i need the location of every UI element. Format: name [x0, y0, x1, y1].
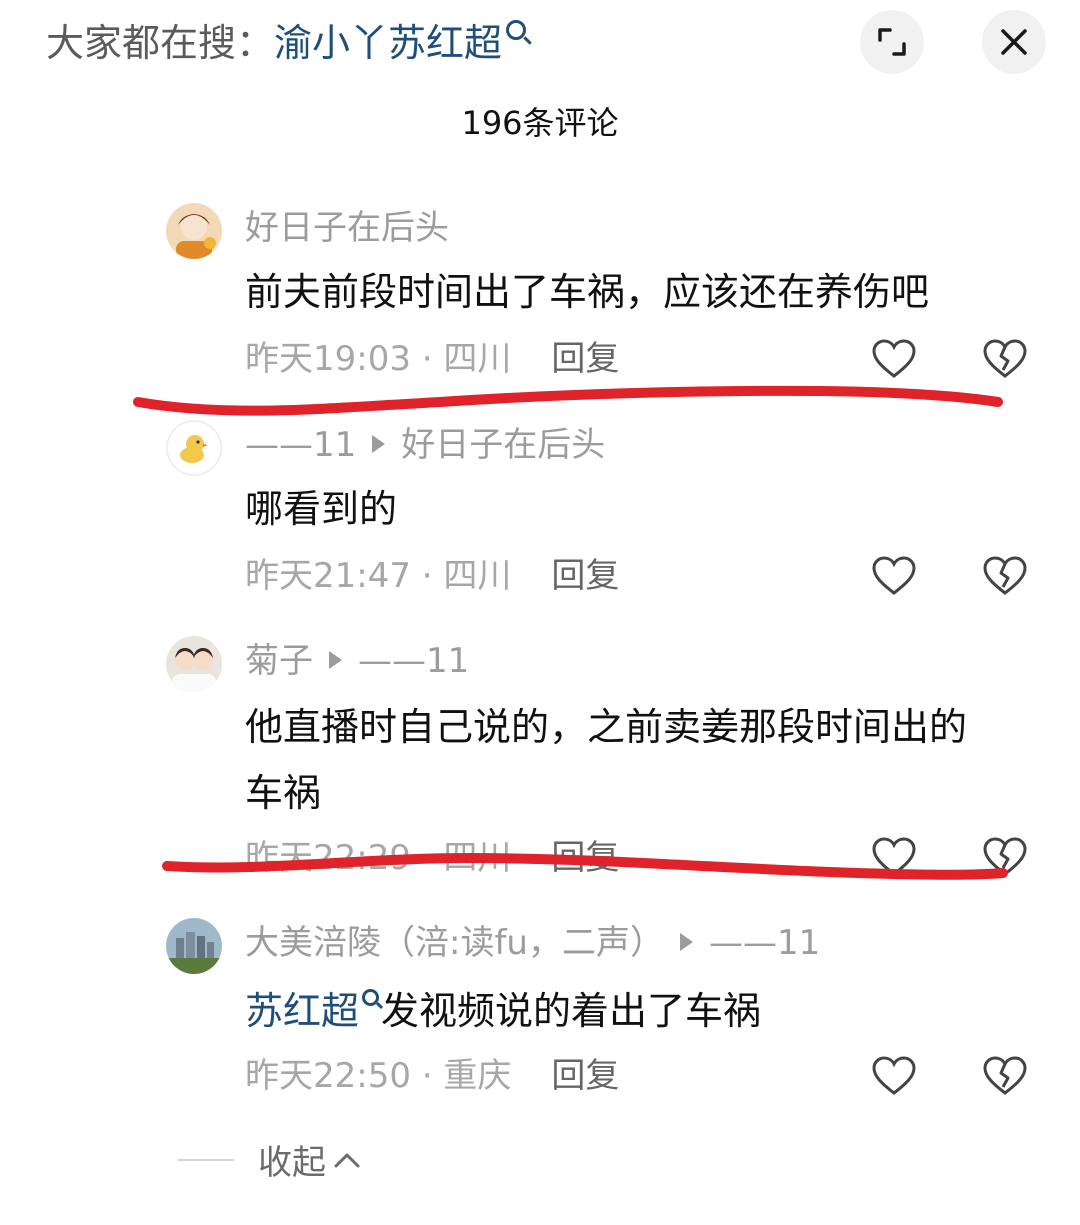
- search-suggestion[interactable]: 大家都在搜：渝小丫苏红超: [46, 18, 527, 68]
- comment-author[interactable]: 菊子 ——11: [245, 639, 469, 683]
- avatar[interactable]: [166, 420, 222, 476]
- like-icon[interactable]: [871, 338, 917, 380]
- comment-meta: 昨天19:03 · 四川 回复: [245, 339, 620, 379]
- close-icon: [1001, 29, 1027, 55]
- reply-button[interactable]: 回复: [551, 838, 619, 878]
- comment-text-line: 车祸: [245, 771, 322, 815]
- reply-button[interactable]: 回复: [551, 556, 619, 596]
- keyword-link[interactable]: 苏红超: [245, 989, 359, 1033]
- avatar[interactable]: [166, 636, 222, 692]
- comment-author[interactable]: 好日子在后头: [245, 206, 449, 250]
- dislike-icon[interactable]: [982, 338, 1028, 380]
- reply-button[interactable]: 回复: [551, 339, 619, 379]
- avatar[interactable]: [166, 203, 222, 259]
- comment-author[interactable]: 大美涪陵（涪:读fu，二声） ——11: [245, 921, 820, 965]
- comment-meta: 昨天22:50 · 重庆 回复: [245, 1056, 620, 1096]
- collapse-replies[interactable]: 收起: [178, 1135, 362, 1184]
- comment-text: 哪看到的: [245, 487, 398, 531]
- dislike-icon[interactable]: [982, 836, 1028, 878]
- reply-arrow-icon: [679, 933, 693, 951]
- dislike-icon[interactable]: [982, 555, 1028, 597]
- comment-meta: 昨天22:29 · 四川 回复: [245, 838, 620, 878]
- comment-count: 196条评论: [461, 104, 619, 142]
- like-icon[interactable]: [871, 836, 917, 878]
- comment-author[interactable]: ——11 好日子在后头: [245, 423, 605, 467]
- expand-icon: [878, 28, 906, 56]
- divider: [178, 1158, 234, 1161]
- comment-text-line: 他直播时自己说的，之前卖姜那段时间出的: [245, 705, 968, 749]
- search-prefix: 大家都在搜：: [46, 21, 275, 65]
- avatar[interactable]: [166, 918, 222, 974]
- like-icon[interactable]: [871, 1055, 917, 1097]
- reply-arrow-icon: [329, 651, 342, 669]
- comment-text: 前夫前段时间出了车祸，应该还在养伤吧: [245, 270, 930, 314]
- reply-arrow-icon: [372, 435, 386, 453]
- collapse-label: 收起: [258, 1143, 326, 1183]
- close-button[interactable]: [982, 10, 1046, 74]
- search-icon: [506, 20, 527, 40]
- comment-text: 苏红超 发视频说的着出了车祸: [245, 989, 762, 1033]
- search-keyword-link[interactable]: 渝小丫苏红超: [274, 21, 502, 65]
- reply-button[interactable]: 回复: [551, 1056, 619, 1096]
- like-icon[interactable]: [871, 555, 917, 597]
- comment-text: 他直播时自己说的，之前卖姜那段时间出的 车祸: [245, 694, 1035, 826]
- search-icon: [362, 989, 380, 1006]
- comment-meta: 昨天21:47 · 四川 回复: [245, 556, 620, 596]
- expand-button[interactable]: [860, 10, 924, 74]
- chevron-up-icon: [334, 1153, 360, 1167]
- dislike-icon[interactable]: [982, 1055, 1028, 1097]
